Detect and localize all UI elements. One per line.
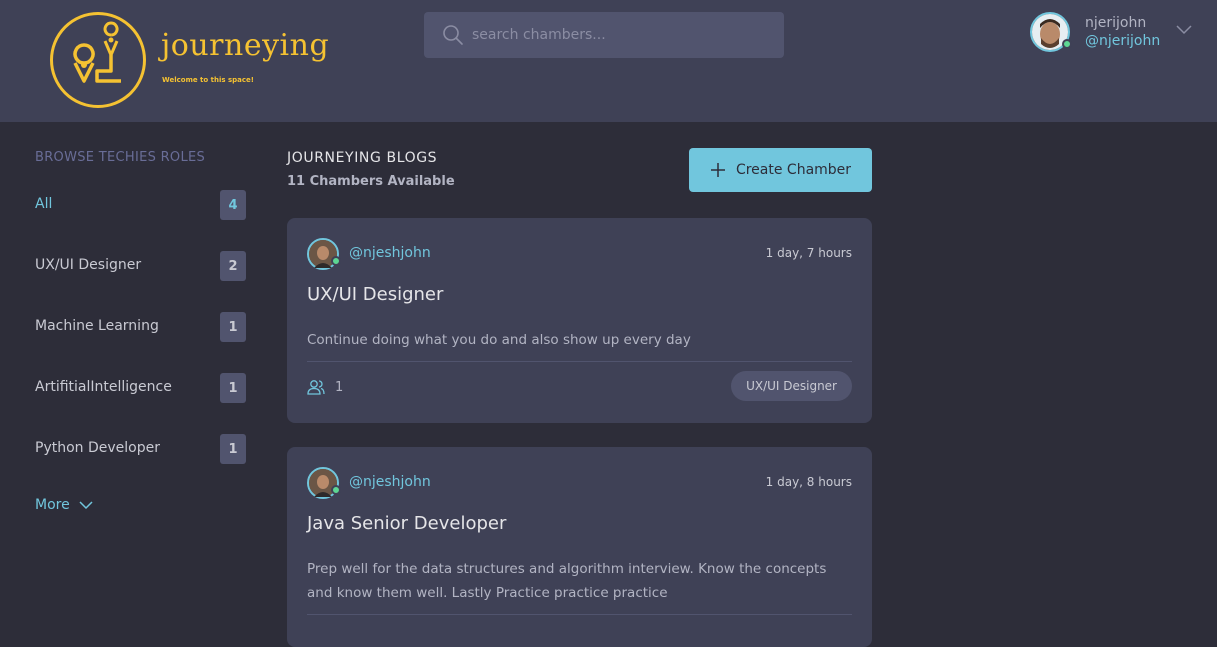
user-name[interactable]: njerijohn: [1085, 15, 1146, 31]
author-handle[interactable]: @njeshjohn: [349, 474, 431, 490]
sidebar-item-ux-ui-designer[interactable]: UX/UI Designer 2: [35, 251, 246, 283]
post-time: 1 day, 8 hours: [765, 475, 852, 489]
post-title[interactable]: UX/UI Designer: [307, 284, 443, 305]
sidebar-item-count: 1: [220, 434, 246, 464]
divider: [307, 361, 852, 362]
map-pin-logo-icon: [73, 21, 121, 83]
sidebar-item-count: 4: [220, 190, 246, 220]
post-body: Continue doing what you do and also show…: [307, 332, 691, 348]
sidebar-item-label: UX/UI Designer: [35, 257, 142, 273]
search-input[interactable]: [472, 24, 767, 46]
plus-icon: [710, 163, 725, 177]
post-time: 1 day, 7 hours: [765, 246, 852, 260]
brand-tagline: Welcome to this space!: [162, 76, 254, 84]
more-button[interactable]: More: [35, 497, 94, 513]
logo[interactable]: [50, 12, 146, 108]
sidebar-title: BROWSE TECHIES ROLES: [35, 150, 206, 165]
sidebar-item-count: 2: [220, 251, 246, 281]
role-tag[interactable]: UX/UI Designer: [731, 371, 852, 401]
top-header: journeying Welcome to this space! njerij…: [0, 0, 1217, 122]
sidebar-item-count: 1: [220, 373, 246, 403]
sidebar-item-label: ArtifitialIntelligence: [35, 379, 172, 395]
sidebar-item-python-developer[interactable]: Python Developer 1: [35, 434, 246, 466]
post-card[interactable]: @njeshjohn 1 day, 8 hours Java Senior De…: [287, 447, 872, 647]
create-chamber-button[interactable]: Create Chamber: [689, 148, 872, 192]
search-icon: [443, 25, 463, 45]
create-chamber-label: Create Chamber: [735, 162, 852, 178]
sidebar-item-label: Python Developer: [35, 440, 160, 456]
divider: [307, 614, 852, 615]
brand-name[interactable]: journeying: [161, 28, 329, 63]
users-icon: [307, 380, 325, 395]
chevron-down-icon: [79, 501, 93, 510]
author-handle[interactable]: @njeshjohn: [349, 245, 431, 261]
post-body: Prep well for the data structures and al…: [307, 561, 827, 601]
sidebar-item-label: Machine Learning: [35, 318, 159, 334]
chevron-down-icon[interactable]: [1176, 22, 1192, 38]
author-online-indicator: [331, 485, 341, 495]
sidebar-item-label: All: [35, 196, 53, 212]
sidebar-item-all[interactable]: All 4: [35, 190, 246, 222]
page-title: JOURNEYING BLOGS: [287, 150, 438, 166]
post-title[interactable]: Java Senior Developer: [307, 513, 506, 534]
user-handle[interactable]: @njerijohn: [1085, 33, 1160, 49]
more-label: More: [35, 497, 70, 513]
sidebar-item-artificial-intelligence[interactable]: ArtifitialIntelligence 1: [35, 373, 246, 405]
sidebar-item-count: 1: [220, 312, 246, 342]
member-count-value: 1: [335, 379, 344, 395]
member-count: 1: [307, 379, 343, 395]
chamber-count: 11 Chambers Available: [287, 174, 455, 189]
search-bar[interactable]: [424, 12, 784, 58]
post-card[interactable]: @njeshjohn 1 day, 7 hours UX/UI Designer…: [287, 218, 872, 423]
author-online-indicator: [331, 256, 341, 266]
user-online-indicator: [1062, 39, 1072, 49]
sidebar-item-machine-learning[interactable]: Machine Learning 1: [35, 312, 246, 344]
